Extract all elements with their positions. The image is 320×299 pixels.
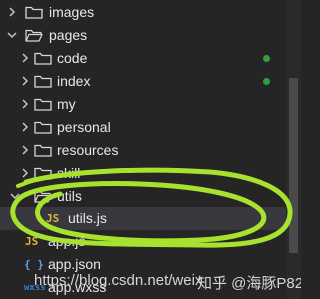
chevron-right-icon[interactable] <box>20 168 30 178</box>
chevron-right-icon[interactable] <box>20 76 30 86</box>
git-status-dot <box>263 55 270 62</box>
folder-icon <box>34 98 52 111</box>
folder-icon <box>34 75 52 88</box>
chevron-right-icon[interactable] <box>7 7 17 17</box>
folder-open-icon <box>25 29 43 42</box>
chevron-down-icon[interactable] <box>10 191 20 201</box>
tree-item-app-js[interactable]: JS app.js <box>0 230 286 253</box>
file-explorer: images pages code index my personal reso… <box>0 0 301 299</box>
tree-item-skill[interactable]: skill <box>0 162 286 185</box>
folder-icon <box>25 6 43 19</box>
zhihu-watermark: 知乎 @海豚P82 <box>197 275 301 292</box>
chevron-right-icon[interactable] <box>20 122 30 132</box>
tree-item-pages[interactable]: pages <box>0 24 286 47</box>
tree-item-label: skill <box>57 165 81 181</box>
tree-item-resources[interactable]: resources <box>0 139 286 162</box>
tree-item-label: app.js <box>48 233 86 249</box>
chevron-right-icon[interactable] <box>20 145 30 155</box>
tree-item-label: personal <box>57 119 111 135</box>
folder-icon <box>34 121 52 134</box>
tree-item-label: app.json <box>48 256 101 272</box>
tree-item-label: resources <box>57 142 119 158</box>
tree-item-my[interactable]: my <box>0 93 286 116</box>
chevron-right-icon[interactable] <box>20 53 30 63</box>
folder-open-icon <box>34 190 52 203</box>
folder-icon <box>34 167 52 180</box>
scrollbar-thumb[interactable] <box>289 78 298 253</box>
tree-item-personal[interactable]: personal <box>0 116 286 139</box>
tree-item-label: utils.js <box>68 210 107 226</box>
javascript-file-icon: JS <box>46 212 60 225</box>
tree-item-label: utils <box>57 188 82 204</box>
tree-item-label: index <box>57 73 91 89</box>
tree-item-label: pages <box>49 27 88 43</box>
vertical-scrollbar[interactable] <box>286 0 301 299</box>
folder-icon <box>34 52 52 65</box>
tree-item-index[interactable]: index <box>0 70 286 93</box>
chevron-down-icon[interactable] <box>7 30 17 40</box>
tree-item-code[interactable]: code <box>0 47 286 70</box>
json-file-icon: { } <box>24 258 44 271</box>
tree-item-utils[interactable]: utils <box>0 185 286 208</box>
folder-icon <box>34 144 52 157</box>
csdn-watermark: https://blog.csdn.net/weix <box>34 272 203 289</box>
tree-item-utils-js[interactable]: JS utils.js <box>0 207 286 230</box>
tree-item-label: my <box>57 96 76 112</box>
chevron-right-icon[interactable] <box>20 99 30 109</box>
javascript-file-icon: JS <box>25 235 39 248</box>
tree-item-images[interactable]: images <box>0 1 286 24</box>
git-status-dot <box>263 78 270 85</box>
tree-item-label: images <box>49 4 95 20</box>
tree-item-label: code <box>57 50 88 66</box>
